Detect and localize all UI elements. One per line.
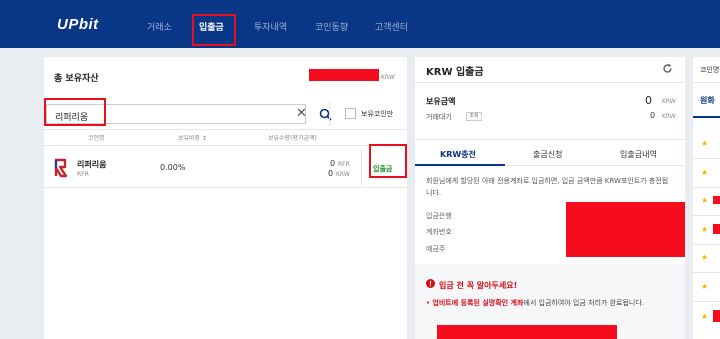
clear-icon[interactable]: ✕ — [296, 106, 307, 121]
favorite-star-icon[interactable]: ★ — [701, 139, 708, 148]
highlight-box-search — [44, 98, 106, 126]
highlight-box-action — [369, 144, 407, 178]
upbit-logo[interactable]: UPbit — [57, 16, 99, 33]
favorite-star-icon[interactable]: ★ — [701, 225, 708, 234]
held-amount-label: 보유금액 — [426, 97, 456, 106]
held-amount-unit: KRW — [662, 98, 676, 105]
warning-icon — [426, 279, 435, 288]
coin-name: 리퍼리움 — [77, 160, 107, 169]
nav-coin-trends[interactable]: 코인동향 — [315, 20, 348, 33]
column-holding-amount[interactable]: 보유수량(평가금액) — [268, 133, 317, 142]
active-tab-indicator — [415, 164, 505, 166]
holding-value-unit: KRW — [336, 171, 350, 178]
tab-withdraw-request[interactable]: 출금신청 — [533, 149, 562, 160]
redacted-footer — [437, 325, 617, 339]
favorite-star-icon[interactable]: ★ — [701, 253, 708, 262]
holding-amount-unit: RFR — [338, 161, 350, 168]
highlight-box-nav — [192, 14, 236, 46]
balance-currency: KRW — [381, 74, 395, 81]
tab-history[interactable]: 입출금내역 — [620, 149, 657, 160]
divider — [693, 244, 720, 245]
redacted-account-info — [566, 202, 685, 257]
divider — [693, 215, 720, 216]
field-bank: 입금은행 — [426, 212, 452, 220]
coin-symbol: RFR — [77, 171, 89, 178]
nav-customer-center[interactable]: 고객센터 — [375, 20, 408, 33]
holding-ratio: 0.00% — [160, 163, 186, 172]
redacted-cell — [713, 224, 720, 234]
column-holding-ratio[interactable]: 보유비중 ↕ — [178, 133, 207, 142]
favorite-star-icon[interactable]: ★ — [701, 282, 708, 291]
krw-panel-title: KRW 입출금 — [426, 67, 484, 78]
column-coin-name[interactable]: 코인명 — [88, 133, 105, 142]
field-account-number: 계좌번호 — [426, 228, 452, 236]
divider — [329, 102, 330, 126]
favorite-star-icon[interactable]: ★ — [701, 312, 708, 321]
redacted-cell — [713, 310, 720, 322]
favorite-star-icon[interactable]: ★ — [701, 196, 708, 205]
divider — [415, 139, 685, 140]
pending-lookup-button[interactable]: 조회 — [466, 112, 482, 121]
divider — [693, 158, 720, 159]
divider — [44, 187, 407, 188]
redacted-total — [309, 69, 379, 81]
warning-rest: 에서 입금하여야 입금 처리가 완료됩니다. — [523, 299, 645, 307]
held-only-label: 보유코인만 — [361, 110, 394, 118]
divider — [693, 187, 720, 188]
coin-list-title: 코인명 — [700, 66, 720, 74]
divider — [693, 301, 720, 302]
rfr-coin-icon — [54, 158, 68, 178]
pending-value: 0 — [650, 111, 656, 120]
search-icon[interactable] — [319, 108, 332, 121]
divider — [415, 82, 685, 83]
field-account-holder: 예금주 — [426, 245, 446, 253]
redacted-cell — [713, 196, 720, 204]
nav-investments[interactable]: 투자내역 — [254, 20, 287, 33]
divider — [693, 272, 720, 273]
tab-krw-market[interactable]: 원화 — [700, 95, 715, 106]
tab-krw-charge[interactable]: KRW충전 — [440, 149, 476, 160]
balance-title: 총 보유자산 — [54, 74, 99, 84]
held-amount-value: 0 — [645, 94, 652, 107]
holding-amount: 0 — [330, 159, 336, 168]
refresh-icon[interactable] — [662, 63, 673, 74]
divider — [44, 129, 407, 130]
top-navigation-bar: UPbit 거래소 입출금 투자내역 코인동향 고객센터 — [0, 0, 720, 48]
favorite-star-icon[interactable]: ★ — [701, 168, 708, 177]
warning-title: 입금 전 꼭 알아두세요! — [439, 281, 518, 290]
warning-text: • 업비트에 등록된 실명확인 계좌에서 입금하여야 입금 처리가 완료됩니다. — [426, 299, 645, 307]
holding-value: 0 — [328, 169, 334, 178]
nav-exchange[interactable]: 거래소 — [147, 20, 172, 33]
pending-label: 거래대기 — [426, 113, 452, 121]
deposit-notice: 회원님에게 할당된 아래 전용계좌로 입금하면, 입금 금액만큼 KRW포인트가… — [426, 177, 669, 197]
divider — [361, 150, 362, 186]
warning-highlight: 업비트에 등록된 실명확인 계좌 — [432, 299, 524, 307]
active-tab-indicator — [693, 116, 720, 118]
divider — [44, 145, 407, 146]
held-only-checkbox[interactable] — [345, 108, 356, 119]
pending-unit: KRW — [662, 113, 676, 120]
divider — [693, 82, 720, 83]
